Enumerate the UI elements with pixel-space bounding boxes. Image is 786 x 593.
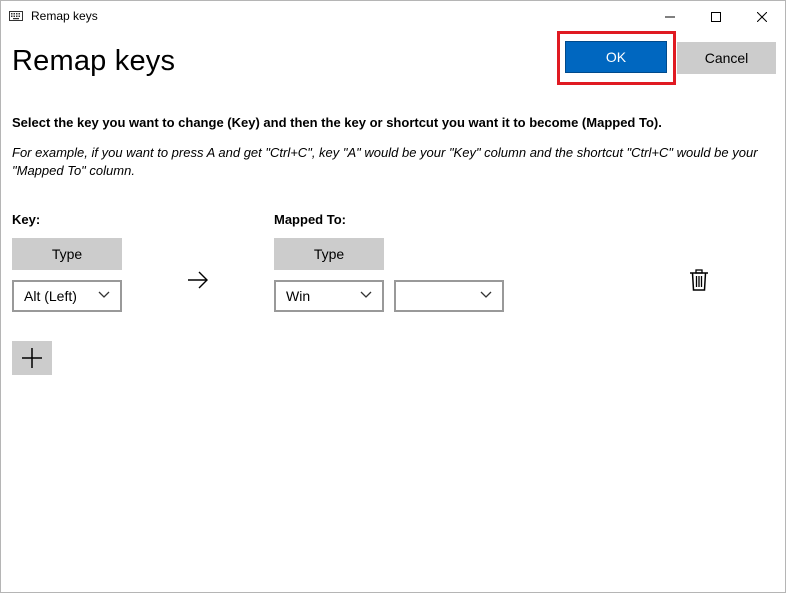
instructions-text: Select the key you want to change (Key) … — [12, 115, 662, 130]
ok-button[interactable]: OK — [565, 41, 667, 73]
right-arrow-icon — [188, 271, 208, 289]
plus-icon — [22, 348, 42, 368]
title-bar: Remap keys — [1, 1, 785, 33]
trash-icon[interactable] — [689, 269, 709, 291]
key-dropdown-value: Alt (Left) — [24, 288, 77, 304]
cancel-button[interactable]: Cancel — [677, 42, 776, 74]
maximize-button[interactable] — [693, 1, 739, 33]
maximize-icon — [711, 12, 721, 22]
close-icon — [757, 12, 767, 22]
mapped-type-button[interactable]: Type — [274, 238, 384, 270]
minimize-button[interactable] — [647, 1, 693, 33]
close-button[interactable] — [739, 1, 785, 33]
example-text: For example, if you want to press A and … — [12, 145, 758, 178]
add-row-button[interactable] — [12, 341, 52, 375]
window-title: Remap keys — [31, 9, 98, 23]
mapped-to-column-label: Mapped To: — [274, 212, 346, 227]
chevron-down-icon — [360, 291, 372, 298]
keyboard-icon — [9, 11, 23, 21]
remap-keys-window: Remap keys Remap keys OK Cancel Select t… — [0, 0, 786, 593]
chevron-down-icon — [480, 291, 492, 298]
key-dropdown[interactable]: Alt (Left) — [12, 280, 122, 312]
key-type-button[interactable]: Type — [12, 238, 122, 270]
chevron-down-icon — [98, 291, 110, 298]
mapped-to-dropdown-2[interactable] — [394, 280, 504, 312]
mapped-to-dropdown-1-value: Win — [286, 288, 311, 304]
page-title: Remap keys — [12, 45, 176, 77]
minimize-icon — [665, 16, 675, 18]
key-column-label: Key: — [12, 212, 41, 227]
mapped-to-dropdown-1[interactable]: Win — [274, 280, 384, 312]
